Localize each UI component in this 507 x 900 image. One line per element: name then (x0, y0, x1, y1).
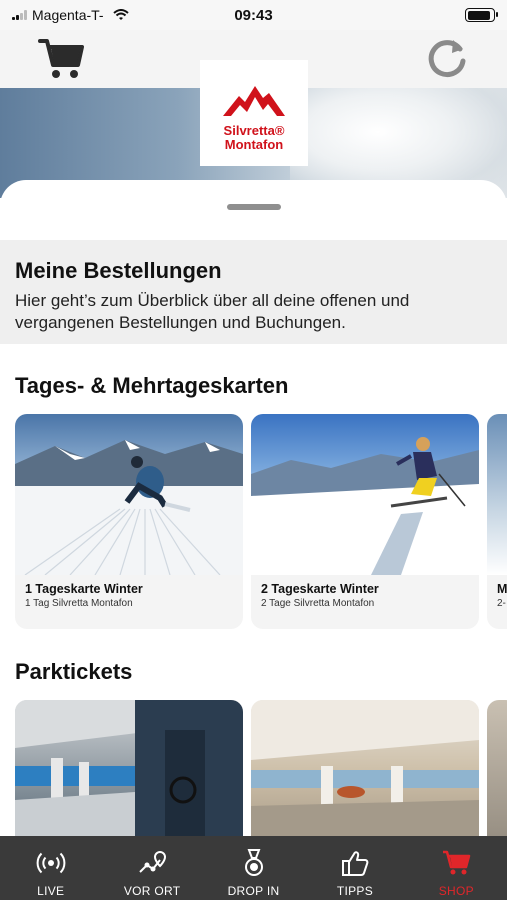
park-tickets-heading: Parktickets (15, 659, 133, 684)
shopping-cart-icon[interactable] (36, 34, 86, 82)
bottom-tab-bar: LIVE VOR ORT DROP IN TIPPS SHOP (0, 836, 507, 900)
map-route-icon (139, 850, 167, 873)
skier-photo (251, 437, 479, 575)
day-tickets-heading: Tages- & Mehrtageskarten (15, 373, 289, 398)
logo-line-2: Montafon (224, 137, 284, 152)
tab-label: VOR ORT (123, 884, 181, 898)
park-ticket-card[interactable] (15, 700, 243, 840)
parking-garage-image (15, 700, 243, 840)
shopping-cart-icon (443, 850, 471, 875)
battery-icon (465, 8, 498, 22)
carrier-name: Magenta-T- (32, 7, 104, 23)
orders-description: Hier geht’s zum Überblick über all deine… (15, 291, 410, 332)
park-tickets-carousel[interactable] (15, 700, 507, 840)
parking-garage-image (251, 700, 479, 840)
day-tickets-carousel[interactable]: 1 Tageskarte Winter 1 Tag Silvretta Mont… (15, 414, 507, 629)
tab-label: DROP IN (227, 884, 280, 898)
content-sheet[interactable]: Meine Bestellungen Hier geht’s zum Überb… (0, 180, 507, 840)
ticket-card[interactable]: 2 Tageskarte Winter 2 Tage Silvretta Mon… (251, 414, 479, 629)
status-bar: Magenta-T- 09:43 (0, 0, 507, 30)
tab-drop-in[interactable]: DROP IN (203, 836, 304, 900)
orders-title: Meine Bestellungen (15, 258, 222, 283)
brand-logo: Silvretta® Montafon (200, 60, 308, 166)
ticket-card-title: 1 Tageskarte Winter (25, 582, 143, 596)
thumbs-up-icon (341, 851, 369, 876)
logo-line-1: Silvretta® (223, 123, 285, 138)
tab-label: TIPPS (336, 884, 374, 898)
ticket-card-subtitle: 2- (497, 598, 506, 609)
ticket-card-image (15, 414, 243, 575)
tab-label: LIVE (37, 884, 65, 898)
tab-live[interactable]: LIVE (0, 836, 101, 900)
broadcast-icon (36, 852, 66, 874)
parking-photo (15, 700, 243, 840)
orders-panel[interactable]: Meine Bestellungen Hier geht’s zum Überb… (0, 240, 507, 344)
park-ticket-card[interactable] (251, 700, 479, 840)
ticket-card-image (487, 414, 507, 575)
ticket-card-image (251, 414, 479, 575)
skier-photo (15, 440, 243, 575)
ticket-card[interactable]: 1 Tageskarte Winter 1 Tag Silvretta Mont… (15, 414, 243, 629)
ticket-card[interactable]: M 2- (487, 414, 507, 629)
park-ticket-card[interactable] (487, 700, 507, 840)
tab-label: SHOP (438, 884, 474, 898)
refresh-icon[interactable] (424, 35, 470, 81)
ticket-card-title: 2 Tageskarte Winter (261, 582, 379, 596)
ticket-card-title: M (497, 582, 507, 596)
parking-garage-image (487, 700, 507, 840)
tab-shop[interactable]: SHOP (406, 836, 507, 900)
tab-tipps[interactable]: TIPPS (304, 836, 405, 900)
medal-icon (244, 849, 263, 876)
cellular-signal-icon (12, 10, 27, 20)
ticket-card-subtitle: 1 Tag Silvretta Montafon (25, 598, 133, 609)
ticket-card-subtitle: 2 Tage Silvretta Montafon (261, 598, 375, 609)
tab-vor-ort[interactable]: VOR ORT (101, 836, 202, 900)
parking-photo (251, 700, 479, 840)
sheet-drag-handle[interactable] (227, 204, 281, 210)
mountain-logo-icon (223, 86, 285, 116)
wifi-icon (112, 9, 129, 20)
